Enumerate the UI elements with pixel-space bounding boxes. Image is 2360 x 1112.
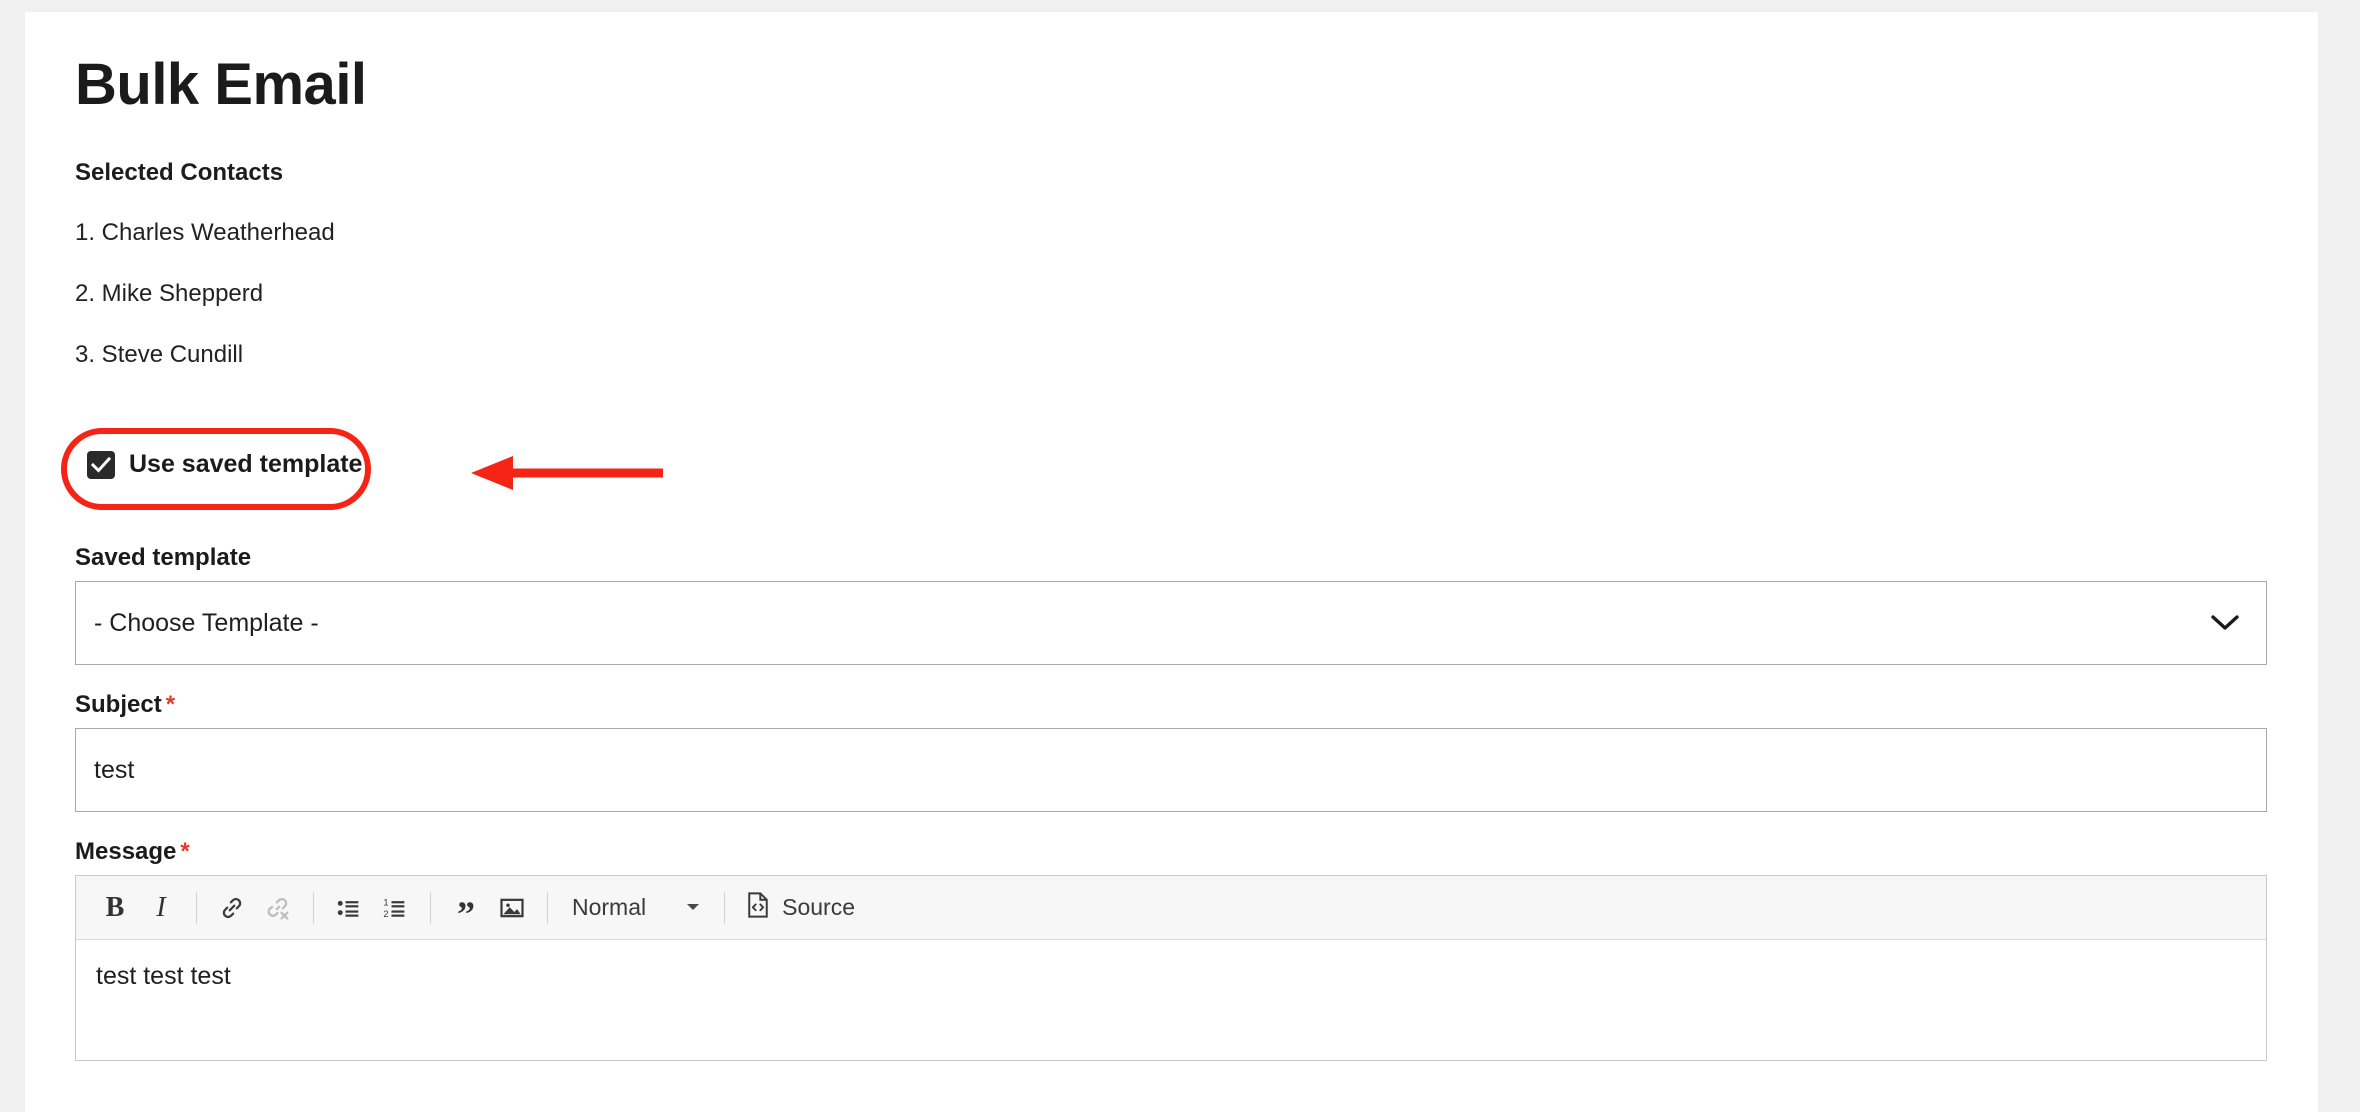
paragraph-style-value: Normal (572, 894, 647, 921)
numbered-list-icon[interactable]: 1 2 (372, 885, 418, 931)
image-icon[interactable] (489, 885, 535, 931)
use-saved-template-zone: Use saved template (61, 428, 2291, 518)
use-saved-template-checkbox[interactable] (87, 450, 115, 479)
list-item: 3. Steve Cundill (75, 341, 244, 369)
annotation-arrow-icon (471, 456, 663, 491)
use-saved-template-label[interactable]: Use saved template (129, 450, 362, 479)
bulleted-list-icon[interactable] (326, 885, 372, 931)
page-content: Bulk Email Selected Contacts 1. Charles … (61, 52, 2291, 1062)
italic-button[interactable]: I (138, 885, 184, 931)
saved-template-field: Saved template - Choose Template - (75, 544, 2291, 666)
message-field: Message * B I 1 2 ” Normal Source test t… (75, 838, 2291, 1062)
svg-text:2: 2 (383, 909, 388, 919)
message-body-input[interactable]: test test test (76, 940, 2266, 1060)
toolbar-divider (196, 891, 197, 924)
page-card: Bulk Email Selected Contacts 1. Charles … (25, 12, 2318, 1112)
subject-input[interactable] (75, 728, 2267, 813)
message-label-text: Message (75, 838, 177, 866)
saved-template-selected-value: - Choose Template - (94, 608, 319, 637)
chevron-down-icon[interactable] (2210, 614, 2240, 632)
saved-template-label: Saved template (75, 544, 252, 572)
svg-text:1: 1 (383, 897, 388, 907)
subject-field: Subject * (75, 691, 2291, 813)
list-item: 1. Charles Weatherhead (75, 218, 335, 246)
bold-button[interactable]: B (92, 885, 138, 931)
caret-down-icon (686, 899, 700, 917)
source-label: Source (782, 894, 855, 921)
checkmark-icon (91, 456, 111, 473)
subject-label: Subject * (75, 691, 2291, 719)
editor-toolbar: B I 1 2 ” Normal Source (76, 876, 2266, 941)
toolbar-divider (430, 891, 431, 924)
link-icon[interactable] (209, 885, 255, 931)
toolbar-divider (547, 891, 548, 924)
list-item: 2. Mike Shepperd (75, 279, 264, 307)
unlink-icon[interactable] (255, 885, 301, 931)
subject-label-text: Subject (75, 691, 162, 719)
required-asterisk: * (165, 691, 176, 719)
quote-icon[interactable]: ” (443, 885, 489, 932)
use-saved-template-row[interactable]: Use saved template (87, 450, 362, 479)
required-asterisk: * (180, 838, 190, 866)
paragraph-style-dropdown[interactable]: Normal (560, 885, 712, 931)
rich-text-editor: B I 1 2 ” Normal Source test test test (75, 875, 2267, 1062)
source-button[interactable]: Source (737, 885, 863, 931)
message-label: Message * (75, 838, 2291, 866)
toolbar-divider (724, 891, 726, 924)
page-title: Bulk Email (75, 52, 367, 117)
source-code-icon (745, 891, 771, 924)
saved-template-select[interactable]: - Choose Template - (75, 581, 2267, 666)
selected-contacts-heading: Selected Contacts (75, 158, 284, 186)
toolbar-divider (313, 891, 314, 924)
